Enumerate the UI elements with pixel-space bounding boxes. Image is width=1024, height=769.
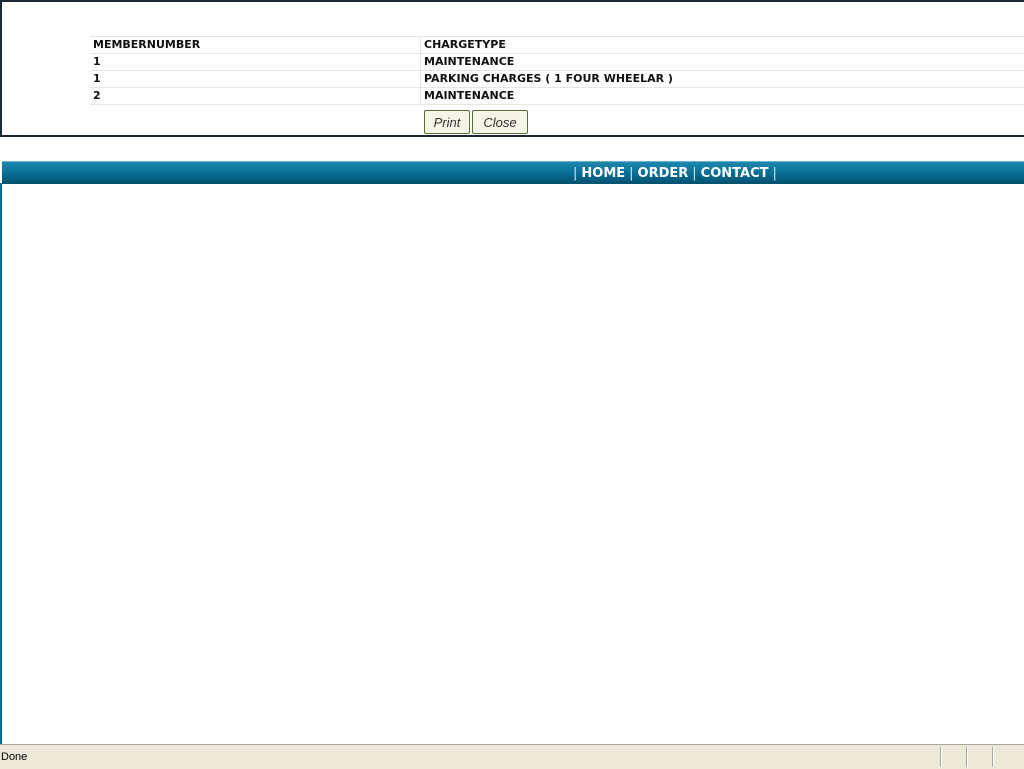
nav-separator: | — [627, 166, 635, 181]
nav-separator: | — [690, 166, 698, 181]
nav-links: | HOME | ORDER | CONTACT | — [571, 162, 779, 184]
status-panel — [966, 747, 991, 767]
nav-bar: | HOME | ORDER | CONTACT | — [2, 161, 1024, 184]
table-row: 1 MAINTENANCE — [90, 54, 1024, 71]
cell-membernumber: 2 — [90, 88, 421, 105]
cell-membernumber: 1 — [90, 54, 421, 71]
cell-chargetype: MAINTENANCE — [421, 54, 1024, 71]
close-button[interactable]: Close — [472, 110, 528, 134]
status-bar: Done — [0, 744, 1024, 769]
browser-viewport: MEMBERNUMBER CHARGETYPE 1 MAINTENANCE 1 … — [0, 0, 1024, 744]
report-frame: MEMBERNUMBER CHARGETYPE 1 MAINTENANCE 1 … — [0, 0, 1024, 137]
print-button[interactable]: Print — [424, 110, 470, 134]
nav-link-home[interactable]: HOME — [579, 166, 627, 181]
cell-chargetype: MAINTENANCE — [421, 88, 1024, 105]
cell-membernumber: 1 — [90, 71, 421, 88]
nav-separator: | — [770, 166, 778, 181]
report-button-row: Print Close — [424, 110, 528, 134]
table-row: 2 MAINTENANCE — [90, 88, 1024, 105]
status-panel — [992, 747, 1017, 767]
nav-separator: | — [571, 166, 579, 181]
status-text: Done — [1, 751, 27, 763]
column-header-chargetype: CHARGETYPE — [421, 37, 1024, 54]
table-header-row: MEMBERNUMBER CHARGETYPE — [90, 37, 1024, 54]
table-row: 1 PARKING CHARGES ( 1 FOUR WHEELAR ) — [90, 71, 1024, 88]
nav-link-contact[interactable]: CONTACT — [699, 166, 771, 181]
report-table: MEMBERNUMBER CHARGETYPE 1 MAINTENANCE 1 … — [90, 36, 1024, 105]
cell-chargetype: PARKING CHARGES ( 1 FOUR WHEELAR ) — [421, 71, 1024, 88]
left-edge-line — [0, 183, 2, 744]
column-header-membernumber: MEMBERNUMBER — [90, 37, 421, 54]
nav-link-order[interactable]: ORDER — [636, 166, 691, 181]
status-panel — [940, 747, 965, 767]
